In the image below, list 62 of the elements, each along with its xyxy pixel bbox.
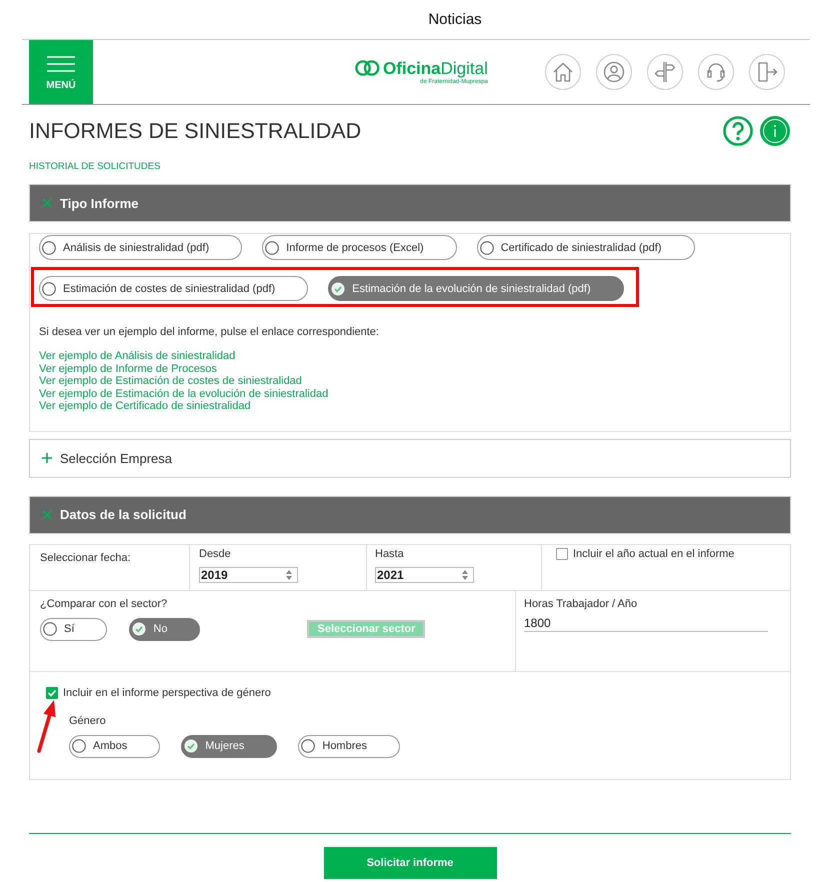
page-title: INFORMES DE SINIESTRALIDAD bbox=[29, 118, 362, 144]
radio-icon bbox=[42, 282, 56, 296]
check-circle-icon bbox=[184, 739, 198, 753]
signpost-button[interactable] bbox=[647, 54, 683, 90]
headset-icon bbox=[705, 61, 727, 83]
home-icon bbox=[552, 62, 574, 82]
radio-icon bbox=[480, 240, 494, 254]
radio-icon bbox=[265, 240, 280, 254]
radio-option[interactable]: Estimación de costes de siniestralidad (pdf) bbox=[39, 276, 308, 301]
panel-title: Datos de la solicitud bbox=[60, 507, 186, 522]
menu-icon bbox=[47, 56, 75, 72]
field-label: Género bbox=[69, 714, 106, 728]
check-circle-icon bbox=[331, 282, 346, 296]
radio-option[interactable]: Ambos bbox=[69, 734, 160, 758]
year-field[interactable]: 2019 bbox=[199, 566, 298, 582]
page-heading: Noticias bbox=[428, 11, 482, 28]
logo-text: OficinaDigital bbox=[383, 58, 488, 78]
field-label: Seleccionar fecha: bbox=[40, 552, 130, 564]
field-label: ¿Comparar con el sector? bbox=[40, 598, 168, 610]
help-icon[interactable] bbox=[723, 116, 753, 146]
info-icon[interactable] bbox=[760, 116, 790, 146]
radio-icon bbox=[301, 739, 316, 753]
signpost-icon bbox=[654, 61, 676, 83]
radio-icon bbox=[42, 240, 56, 254]
field-label: Hasta bbox=[375, 548, 404, 560]
panel-header[interactable]: Datos de la solicitud bbox=[29, 496, 791, 534]
radio-icon bbox=[72, 739, 86, 753]
plus-icon bbox=[42, 453, 52, 463]
checkbox-label: Incluir el año actual en el informe bbox=[573, 548, 734, 560]
exit-icon bbox=[756, 62, 778, 82]
checkbox[interactable] bbox=[556, 548, 568, 560]
home-button[interactable] bbox=[545, 54, 581, 90]
panel-header[interactable]: Selección Empresa bbox=[29, 438, 791, 478]
spinner-icon[interactable] bbox=[461, 568, 469, 580]
radio-option[interactable]: Informe de procesos (Excel) bbox=[262, 235, 457, 260]
profile-button[interactable] bbox=[596, 54, 632, 90]
radio-option[interactable]: Certificado de siniestralidad (pdf) bbox=[476, 235, 695, 260]
radio-option[interactable]: Sí bbox=[40, 618, 108, 640]
panel-header[interactable]: Tipo Informe bbox=[29, 184, 791, 222]
checkbox[interactable] bbox=[46, 687, 58, 699]
radio-option[interactable]: Mujeres bbox=[181, 734, 278, 758]
exit-button[interactable] bbox=[749, 54, 785, 90]
checkbox-label: Incluir en el informe perspectiva de género bbox=[63, 686, 271, 700]
hours-field[interactable]: 1800 bbox=[524, 614, 768, 632]
radio-option[interactable]: Estimación de la evolución de siniestralidad (pdf) bbox=[328, 276, 624, 301]
check-circle-icon bbox=[132, 622, 146, 636]
close-icon bbox=[42, 510, 52, 520]
close-icon bbox=[42, 198, 52, 208]
logo-icon bbox=[355, 60, 380, 76]
field-label: Horas Trabajador / Año bbox=[524, 598, 638, 610]
examples-intro: Si desea ver un ejemplo del informe, pulse el enlace correspondiente: bbox=[39, 325, 379, 339]
support-button[interactable] bbox=[698, 54, 734, 90]
year-field[interactable]: 2021 bbox=[375, 566, 474, 582]
field-label: Desde bbox=[199, 548, 231, 560]
panel-title: Tipo Informe bbox=[60, 196, 138, 210]
panel-title: Selección Empresa bbox=[60, 450, 172, 466]
radio-icon bbox=[43, 622, 57, 636]
radio-option[interactable]: Análisis de siniestralidad (pdf) bbox=[39, 235, 242, 260]
spinner-icon[interactable] bbox=[285, 568, 293, 580]
radio-option[interactable]: Hombres bbox=[298, 734, 400, 758]
radio-option[interactable]: No bbox=[129, 618, 200, 640]
user-icon bbox=[603, 61, 625, 83]
